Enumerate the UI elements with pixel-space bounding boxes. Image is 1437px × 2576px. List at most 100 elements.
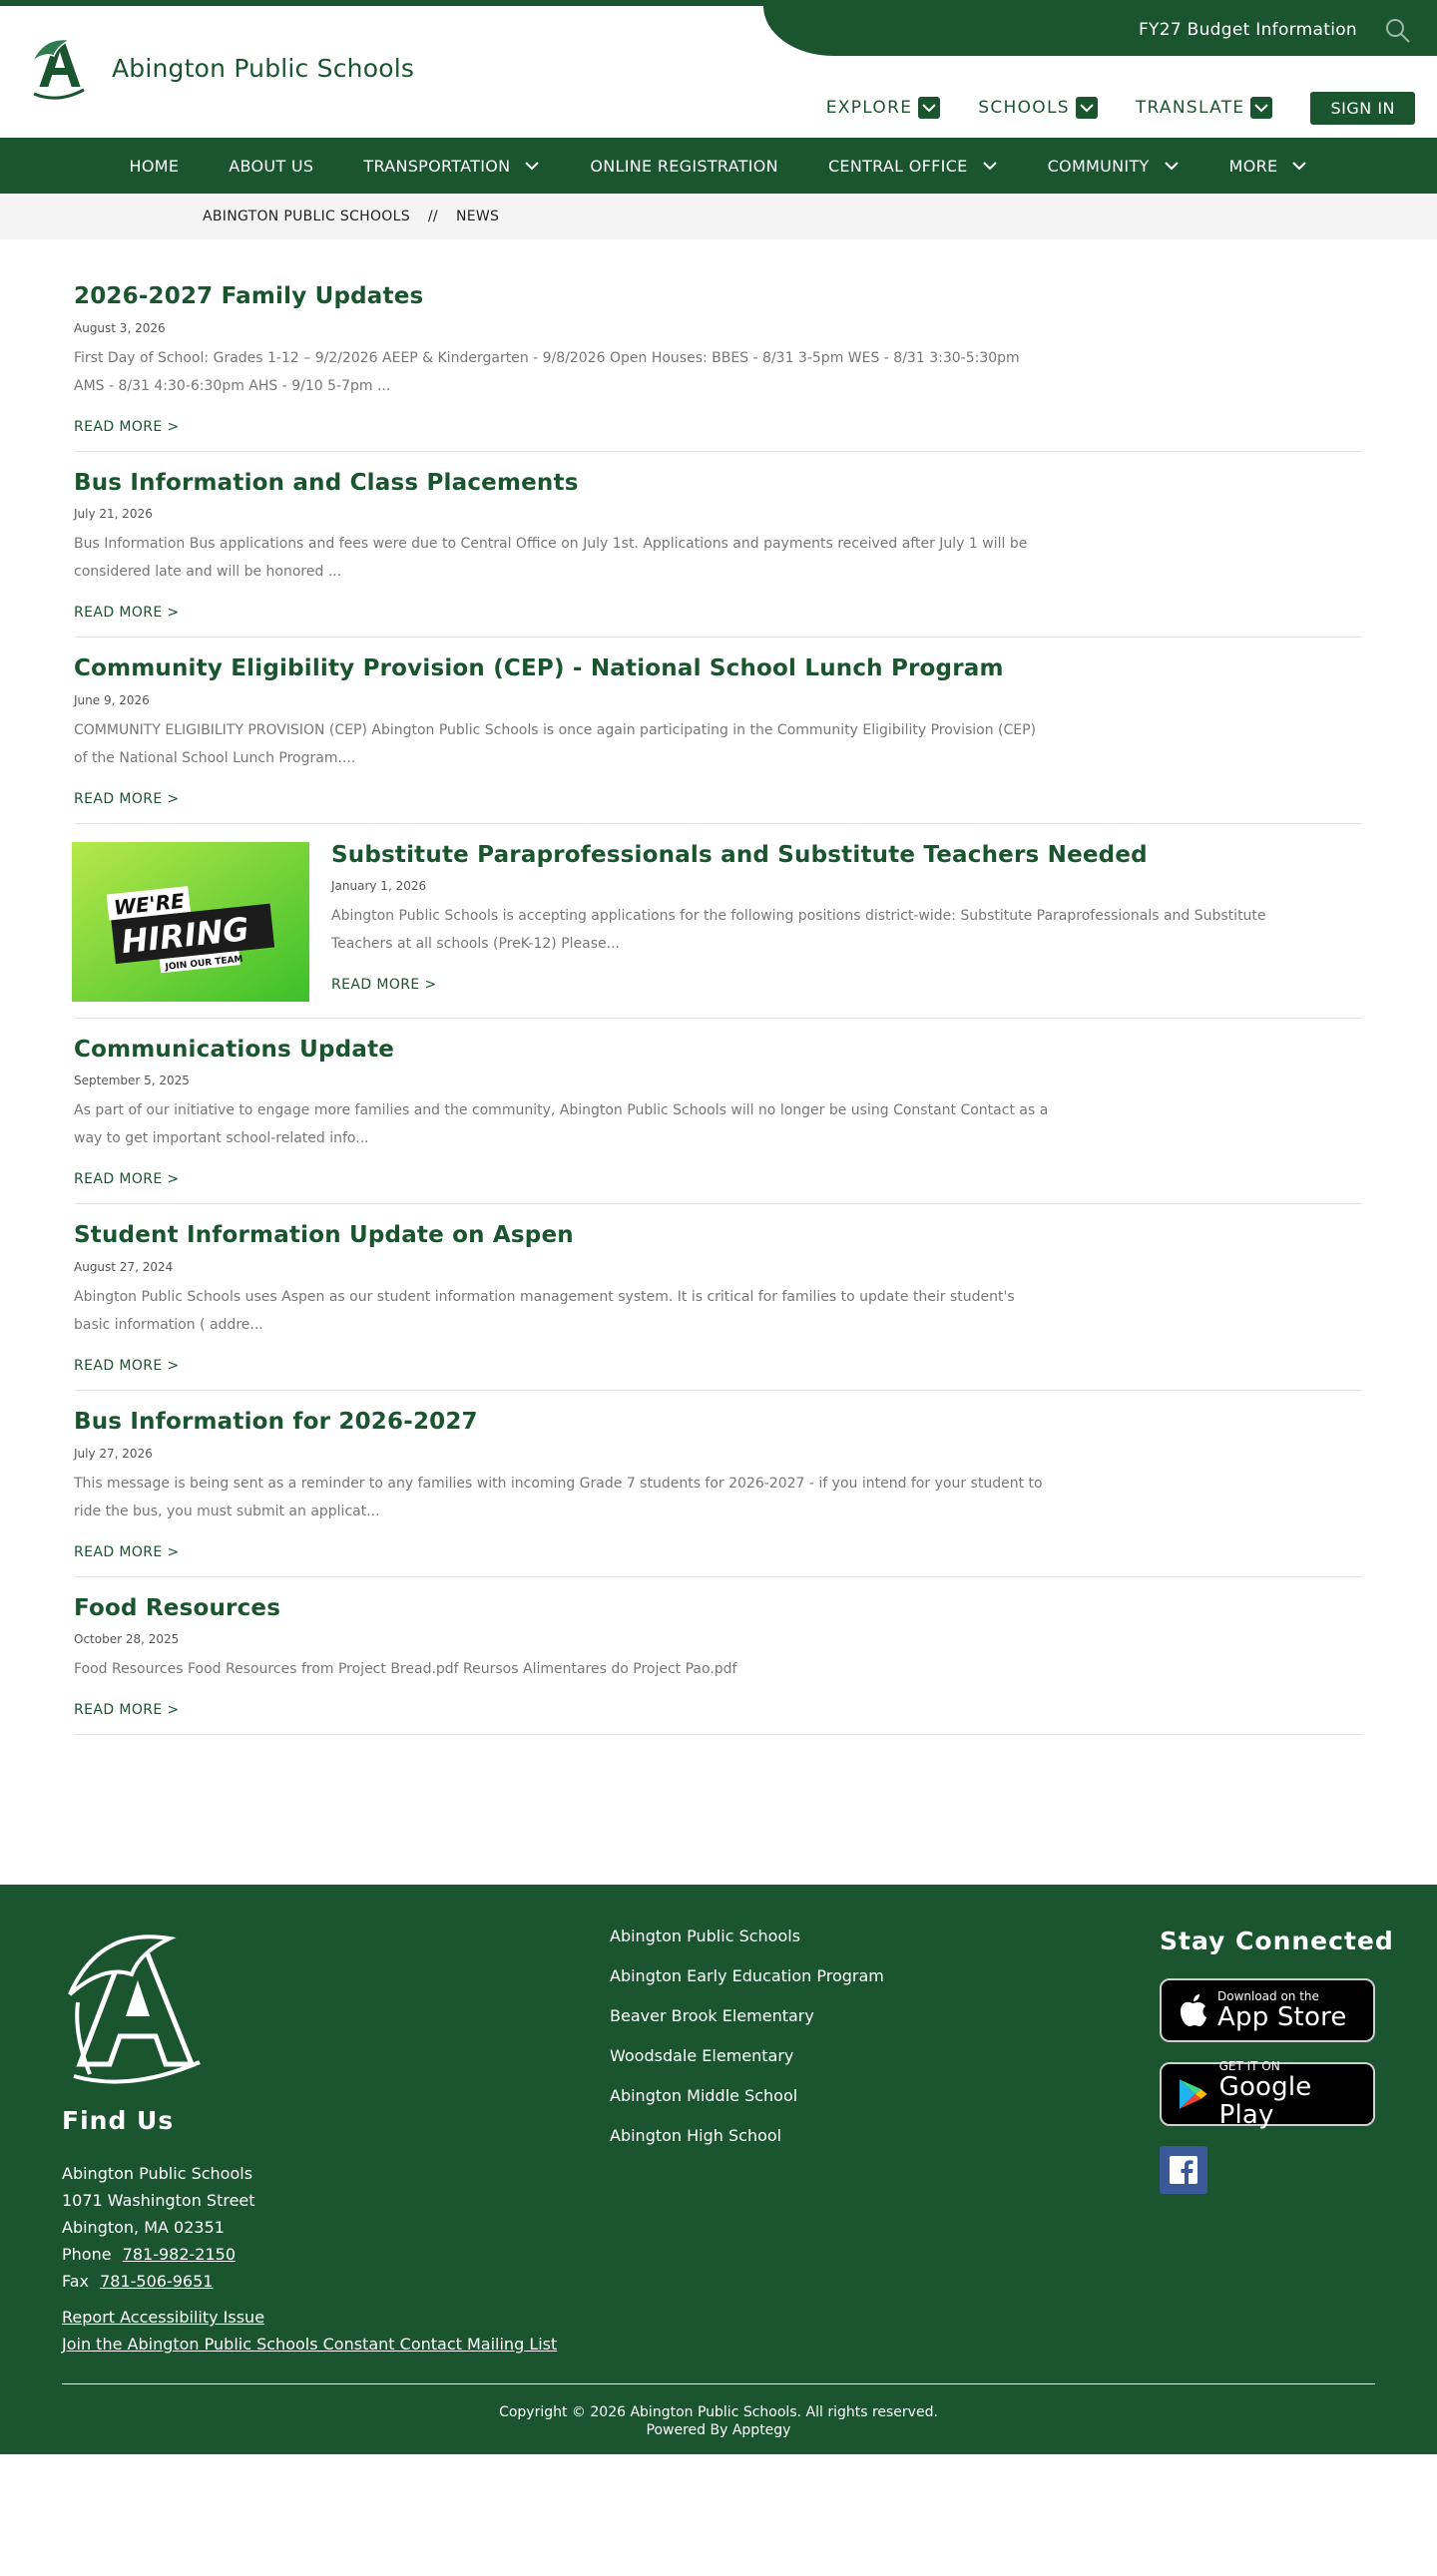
- utility-nav: EXPLORE SCHOOLS TRANSLATE SIGN IN: [826, 90, 1437, 126]
- powered-by-link[interactable]: Powered By Apptegy: [0, 2421, 1437, 2439]
- breadcrumb-separator: //: [427, 209, 438, 224]
- school-link[interactable]: Abington Middle School: [610, 2086, 884, 2126]
- news-title[interactable]: Student Information Update on Aspen: [74, 1222, 1052, 1250]
- translate-label: TRANSLATE: [1135, 98, 1245, 118]
- news-item: Bus Information for 2026-2027 July 27, 2…: [74, 1409, 1363, 1577]
- nav-label: ONLINE REGISTRATION: [590, 156, 778, 176]
- schools-label: SCHOOLS: [978, 98, 1070, 118]
- news-date: June 9, 2026: [74, 692, 150, 707]
- read-more-link[interactable]: READ MORE >: [74, 1702, 180, 1718]
- news-body: 2026-2027 Family Updates August 3, 2026 …: [74, 283, 1052, 435]
- search-button[interactable]: [1383, 16, 1413, 46]
- news-date: July 27, 2026: [74, 1446, 153, 1461]
- read-more-link[interactable]: READ MORE >: [331, 977, 437, 993]
- news-date: August 3, 2026: [74, 320, 166, 335]
- chevron-down-icon: [1250, 97, 1273, 119]
- app-store-button[interactable]: Download on the App Store: [1160, 1978, 1375, 2043]
- site-footer: Find Us Abington Public Schools 1071 Was…: [0, 1885, 1437, 2455]
- school-link[interactable]: Abington Early Education Program: [610, 1966, 884, 2006]
- news-summary: This message is being sent as a reminder…: [74, 1475, 1043, 1519]
- facebook-button[interactable]: [1160, 2146, 1207, 2195]
- fax-label: Fax: [62, 2272, 90, 2292]
- chevron-down-icon: [918, 97, 941, 119]
- chevron-down-icon: [982, 162, 997, 171]
- phone-link[interactable]: 781-982-2150: [123, 2245, 236, 2264]
- google-play-button[interactable]: GET IT ON Google Play: [1160, 2059, 1375, 2129]
- news-item: Food Resources October 28, 2025 Food Res…: [74, 1595, 1363, 1736]
- school-link[interactable]: Woodsdale Elementary: [610, 2046, 884, 2086]
- read-more-link[interactable]: READ MORE >: [74, 605, 180, 621]
- school-link[interactable]: Abington Public Schools: [610, 1927, 884, 1966]
- footer-links: Report Accessibility Issue Join the Abin…: [62, 2304, 557, 2358]
- news-item: Bus Information and Class Placements Jul…: [74, 470, 1363, 639]
- read-more-link[interactable]: READ MORE >: [74, 1171, 180, 1187]
- phone-label: Phone: [62, 2245, 112, 2265]
- news-body: Substitute Paraprofessionals and Substit…: [331, 842, 1309, 1002]
- news-date: August 27, 2024: [74, 1259, 174, 1274]
- nav-item-about-us[interactable]: ABOUT US: [229, 157, 313, 176]
- budget-info-link[interactable]: FY27 Budget Information: [1139, 20, 1357, 40]
- site-header: FY27 Budget Information Abington Public …: [0, 0, 1437, 138]
- address-name: Abington Public Schools: [62, 2164, 253, 2184]
- sign-in-button[interactable]: SIGN IN: [1310, 91, 1415, 125]
- news-date: September 5, 2025: [74, 1073, 190, 1088]
- nav-item-online-registration[interactable]: ONLINE REGISTRATION: [590, 157, 778, 176]
- google-play-big: Google Play: [1218, 2072, 1312, 2131]
- news-body: Bus Information and Class Placements Jul…: [74, 470, 1052, 622]
- chevron-down-icon: [525, 162, 540, 171]
- nav-label: ABOUT US: [229, 156, 314, 176]
- news-body: Community Eligibility Provision (CEP) - …: [74, 655, 1052, 807]
- explore-menu[interactable]: EXPLORE: [826, 97, 941, 119]
- news-title[interactable]: Food Resources: [74, 1595, 1052, 1623]
- school-link[interactable]: Abington High School: [610, 2126, 884, 2166]
- app-store-text: Download on the App Store: [1217, 1989, 1347, 2031]
- explore-label: EXPLORE: [825, 98, 913, 118]
- read-more-link[interactable]: READ MORE >: [74, 1358, 180, 1374]
- address-city: Abington, MA 02351: [62, 2218, 225, 2238]
- report-accessibility-link[interactable]: Report Accessibility Issue: [62, 2304, 557, 2331]
- news-title[interactable]: 2026-2027 Family Updates: [74, 283, 1052, 311]
- news-date: October 28, 2025: [74, 1632, 180, 1647]
- read-more-link[interactable]: READ MORE >: [74, 1544, 180, 1560]
- google-play-icon: [1179, 2079, 1207, 2109]
- address-street: 1071 Washington Street: [62, 2191, 255, 2211]
- main-nav: HOME ABOUT US TRANSPORTATION ONLINE REGI…: [0, 138, 1437, 194]
- breadcrumb-current: NEWS: [455, 209, 500, 224]
- mailing-list-link[interactable]: Join the Abington Public Schools Constan…: [62, 2331, 557, 2358]
- google-play-text: GET IT ON Google Play: [1219, 2059, 1373, 2129]
- breadcrumb: ABINGTON PUBLIC SCHOOLS // NEWS: [0, 194, 1437, 239]
- chevron-down-icon: [1075, 97, 1098, 119]
- district-logo[interactable]: [24, 32, 96, 104]
- district-address: Abington Public Schools 1071 Washington …: [62, 2160, 255, 2295]
- school-link[interactable]: Beaver Brook Elementary: [610, 2006, 884, 2046]
- nav-item-more[interactable]: MORE: [1229, 157, 1308, 176]
- translate-menu[interactable]: TRANSLATE: [1136, 97, 1273, 119]
- breadcrumb-home-link[interactable]: ABINGTON PUBLIC SCHOOLS: [203, 209, 410, 224]
- nav-item-central-office[interactable]: CENTRAL OFFICE: [828, 157, 998, 176]
- copyright: Copyright © 2026 Abington Public Schools…: [0, 2403, 1437, 2439]
- news-list: 2026-2027 Family Updates August 3, 2026 …: [0, 239, 1437, 1736]
- news-title[interactable]: Substitute Paraprofessionals and Substit…: [331, 842, 1309, 870]
- news-title[interactable]: Bus Information for 2026-2027: [74, 1409, 1052, 1437]
- logo-a-icon: [68, 1934, 201, 2084]
- site-title[interactable]: Abington Public Schools: [112, 54, 414, 83]
- nav-label: HOME: [129, 156, 180, 176]
- footer-logo[interactable]: [60, 1925, 210, 2089]
- nav-label: TRANSPORTATION: [363, 156, 511, 176]
- nav-item-community[interactable]: COMMUNITY: [1048, 157, 1180, 176]
- news-summary: As part of our initiative to engage more…: [74, 1102, 1049, 1147]
- nav-item-home[interactable]: HOME: [130, 157, 180, 176]
- read-more-link[interactable]: READ MORE >: [74, 419, 180, 435]
- news-body: Food Resources October 28, 2025 Food Res…: [74, 1595, 1052, 1719]
- news-title[interactable]: Bus Information and Class Placements: [74, 470, 1052, 498]
- news-title[interactable]: Community Eligibility Provision (CEP) - …: [74, 655, 1052, 683]
- apple-icon: [1181, 1994, 1206, 2027]
- nav-item-transportation[interactable]: TRANSPORTATION: [363, 157, 540, 176]
- read-more-link[interactable]: READ MORE >: [74, 791, 180, 807]
- fax-row: Fax 781-506-9651: [62, 2268, 255, 2295]
- fax-link[interactable]: 781-506-9651: [100, 2272, 213, 2291]
- news-date: January 1, 2026: [331, 879, 427, 894]
- news-thumbnail[interactable]: WE'RE HIRING JOIN OUR TEAM: [72, 841, 309, 1002]
- news-title[interactable]: Communications Update: [74, 1037, 1052, 1065]
- schools-menu[interactable]: SCHOOLS: [978, 97, 1098, 119]
